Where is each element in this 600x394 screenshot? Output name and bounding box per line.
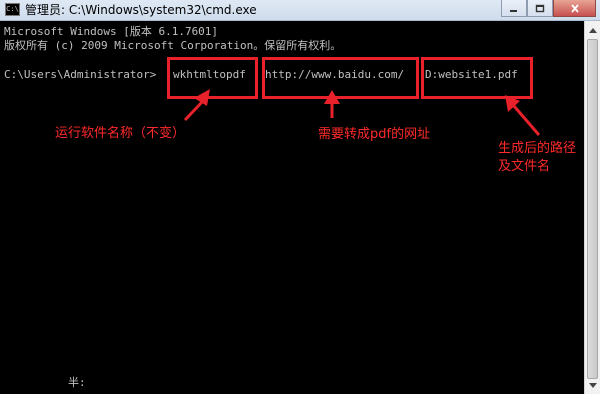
arrow-output — [512, 105, 541, 136]
arrow-command — [183, 99, 205, 122]
scroll-up-button[interactable] — [586, 22, 600, 38]
annotation-path-line1: 生成后的路径 — [498, 141, 577, 156]
annotation-path-line2: 及文件名 — [498, 159, 551, 174]
annotation-url: 需要转成pdf的网址 — [318, 127, 431, 142]
scroll-down-icon — [589, 382, 597, 388]
scroll-thumb[interactable] — [587, 39, 598, 379]
annotation-software-name: 运行软件名称（不变） — [55, 126, 186, 141]
vertical-scrollbar[interactable] — [584, 21, 600, 394]
scroll-up-icon — [589, 27, 597, 33]
annotation-arrows — [183, 89, 541, 136]
scroll-down-button[interactable] — [586, 377, 600, 393]
